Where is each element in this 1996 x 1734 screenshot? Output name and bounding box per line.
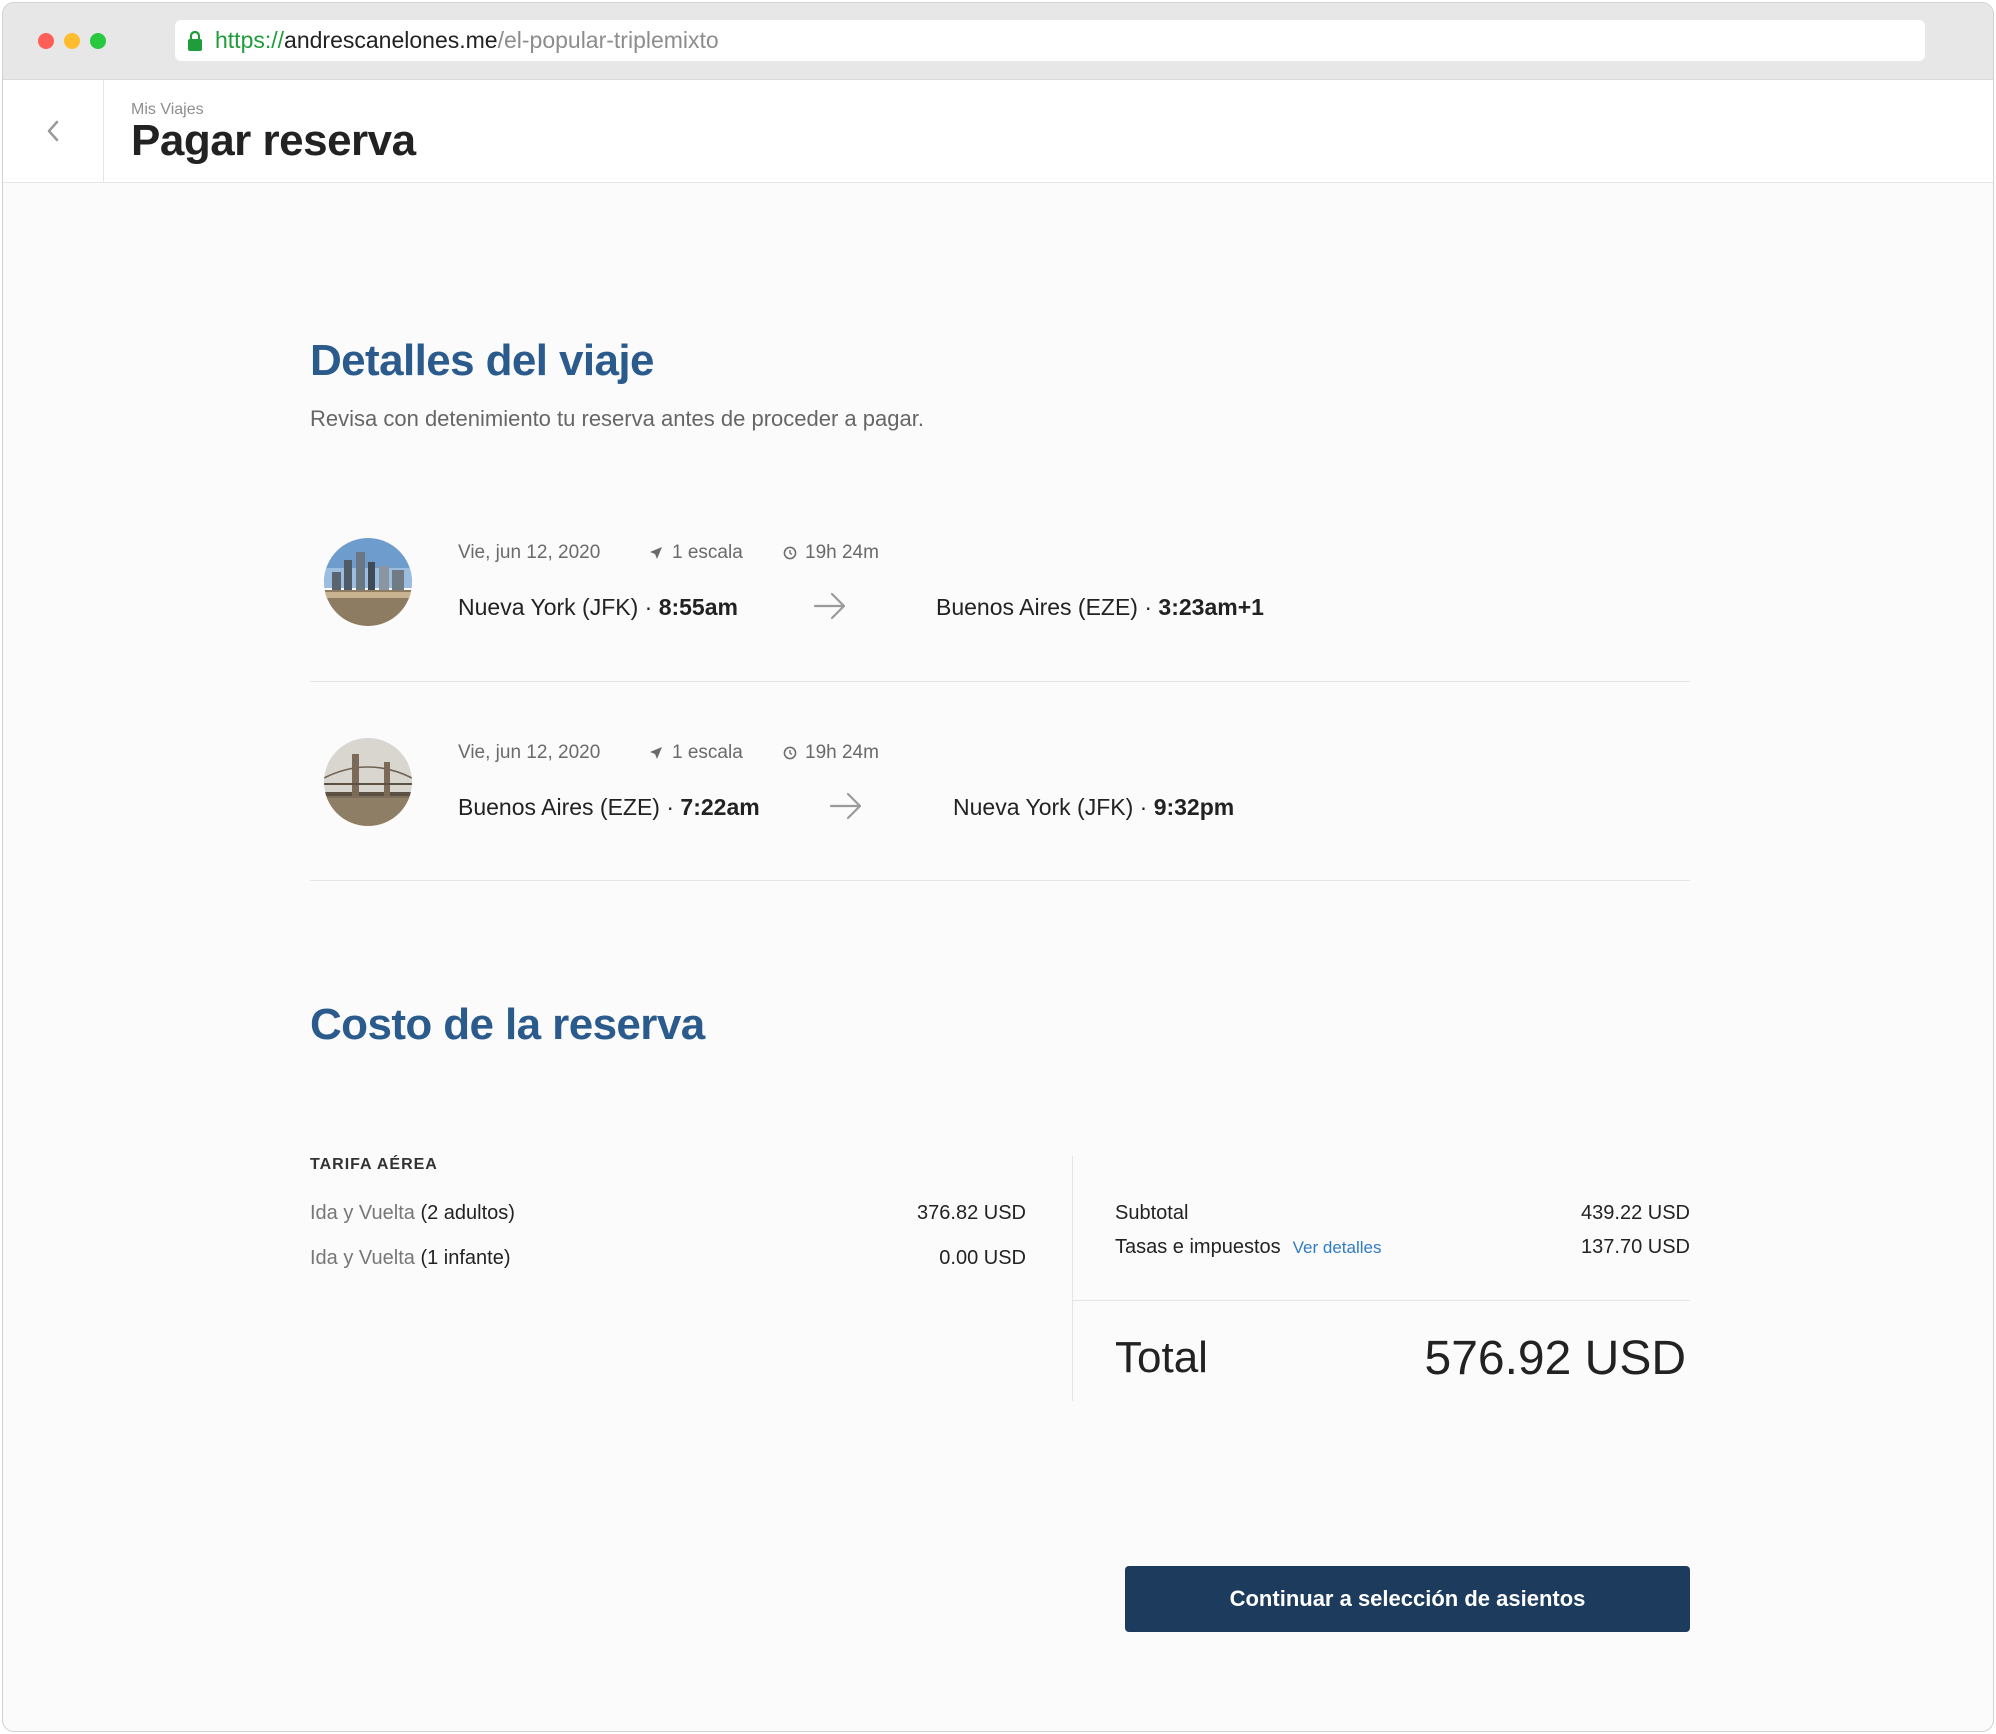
cost-divider — [1072, 1156, 1073, 1401]
trip-details-title: Detalles del viaje — [310, 336, 654, 385]
arrival-time: 3:23am+1 — [1158, 594, 1264, 620]
flight-date: Vie, jun 12, 2020 — [458, 742, 601, 763]
total-amount: 576.92 USD — [1424, 1332, 1687, 1385]
back-button[interactable] — [3, 80, 104, 182]
taxes-row: Tasas e impuestos Ver detalles — [1115, 1236, 1381, 1259]
lock-icon — [188, 30, 202, 51]
flight-meta: Vie, jun 12, 2020 1 escala 19h 24m — [458, 542, 879, 564]
stops-label: 1 escala — [672, 742, 743, 763]
fare-line-detail: (2 adultos) — [420, 1202, 515, 1224]
destination-airport: Nueva York (JFK) · — [953, 794, 1154, 820]
view-details-link[interactable]: Ver detalles — [1293, 1238, 1382, 1257]
flight-stops: 1 escala — [648, 742, 783, 764]
flight-date: Vie, jun 12, 2020 — [458, 542, 601, 563]
fare-section-label: TARIFA AÉREA — [310, 1156, 438, 1173]
taxes-amount: 137.70 USD — [1581, 1236, 1690, 1258]
browser-window: https://andrescanelones.me/el-popular-tr… — [2, 2, 1994, 1732]
fare-line-amount: 376.82 USD — [917, 1202, 1026, 1224]
duration-label: 19h 24m — [805, 542, 879, 563]
origin-airport: Nueva York (JFK) · — [458, 594, 659, 620]
arrow-right-icon — [813, 592, 846, 620]
page-title: Pagar reserva — [131, 116, 416, 165]
close-window-button[interactable] — [38, 33, 54, 49]
url-host: andrescanelones.me — [284, 27, 498, 53]
fare-line-infant: Ida y Vuelta (1 infante) — [310, 1247, 511, 1270]
destination: Buenos Aires (EZE) · 3:23am+1 — [936, 594, 1264, 621]
back-chevron-icon — [47, 120, 59, 142]
taxes-label: Tasas e impuestos — [1115, 1236, 1281, 1258]
browser-chrome: https://andrescanelones.me/el-popular-tr… — [3, 3, 1993, 80]
url-scheme: https:// — [215, 27, 285, 53]
booking-cost-title: Costo de la reserva — [310, 1000, 705, 1049]
flight-stops: 1 escala — [648, 542, 783, 564]
plane-icon — [650, 747, 662, 759]
minimize-window-button[interactable] — [64, 33, 80, 49]
flight-duration: 19h 24m — [783, 542, 879, 564]
destination-photo — [324, 738, 412, 826]
destination-airport: Buenos Aires (EZE) · — [936, 594, 1159, 620]
flight-duration: 19h 24m — [783, 742, 879, 764]
departure-time: 8:55am — [658, 594, 738, 620]
clock-icon — [783, 746, 797, 760]
page-header: Mis Viajes Pagar reserva — [3, 80, 1993, 183]
origin-airport: Buenos Aires (EZE) · — [458, 794, 681, 820]
fare-line-detail: (1 infante) — [420, 1247, 511, 1269]
maximize-window-button[interactable] — [90, 33, 106, 49]
destination-photo — [324, 538, 412, 626]
destination: Nueva York (JFK) · 9:32pm — [953, 794, 1234, 821]
total-label: Total — [1115, 1333, 1208, 1382]
subtotal-amount: 439.22 USD — [1581, 1202, 1690, 1224]
duration-label: 19h 24m — [805, 742, 879, 763]
subtotal-label: Subtotal — [1115, 1202, 1189, 1224]
trip-details-subtitle: Revisa con detenimiento tu reserva antes… — [310, 406, 924, 431]
address-bar[interactable]: https://andrescanelones.me/el-popular-tr… — [175, 20, 1925, 61]
stops-label: 1 escala — [672, 542, 743, 563]
arrival-time: 9:32pm — [1153, 794, 1235, 820]
plane-icon — [650, 547, 662, 559]
fare-line-label: Ida y Vuelta — [310, 1202, 421, 1224]
flight-card-return[interactable]: Vie, jun 12, 2020 1 escala 19h 24m Bueno… — [310, 683, 1690, 881]
fare-line-label: Ida y Vuelta — [310, 1247, 421, 1269]
clock-icon — [783, 546, 797, 560]
flight-meta: Vie, jun 12, 2020 1 escala 19h 24m — [458, 742, 879, 764]
departure-time: 7:22am — [680, 794, 760, 820]
arrow-right-icon — [829, 792, 862, 820]
url-path: /el-popular-triplemixto — [497, 27, 719, 53]
origin: Nueva York (JFK) · 8:55am — [458, 594, 738, 621]
continue-to-seat-selection-button[interactable]: Continuar a selección de asientos — [1125, 1566, 1690, 1632]
flight-card-outbound[interactable]: Vie, jun 12, 2020 1 escala 19h 24m Nueva… — [310, 484, 1690, 682]
total-divider — [1072, 1300, 1690, 1301]
fare-line-amount: 0.00 USD — [939, 1247, 1026, 1269]
fare-line-adults: Ida y Vuelta (2 adultos) — [310, 1202, 515, 1225]
origin: Buenos Aires (EZE) · 7:22am — [458, 794, 760, 821]
